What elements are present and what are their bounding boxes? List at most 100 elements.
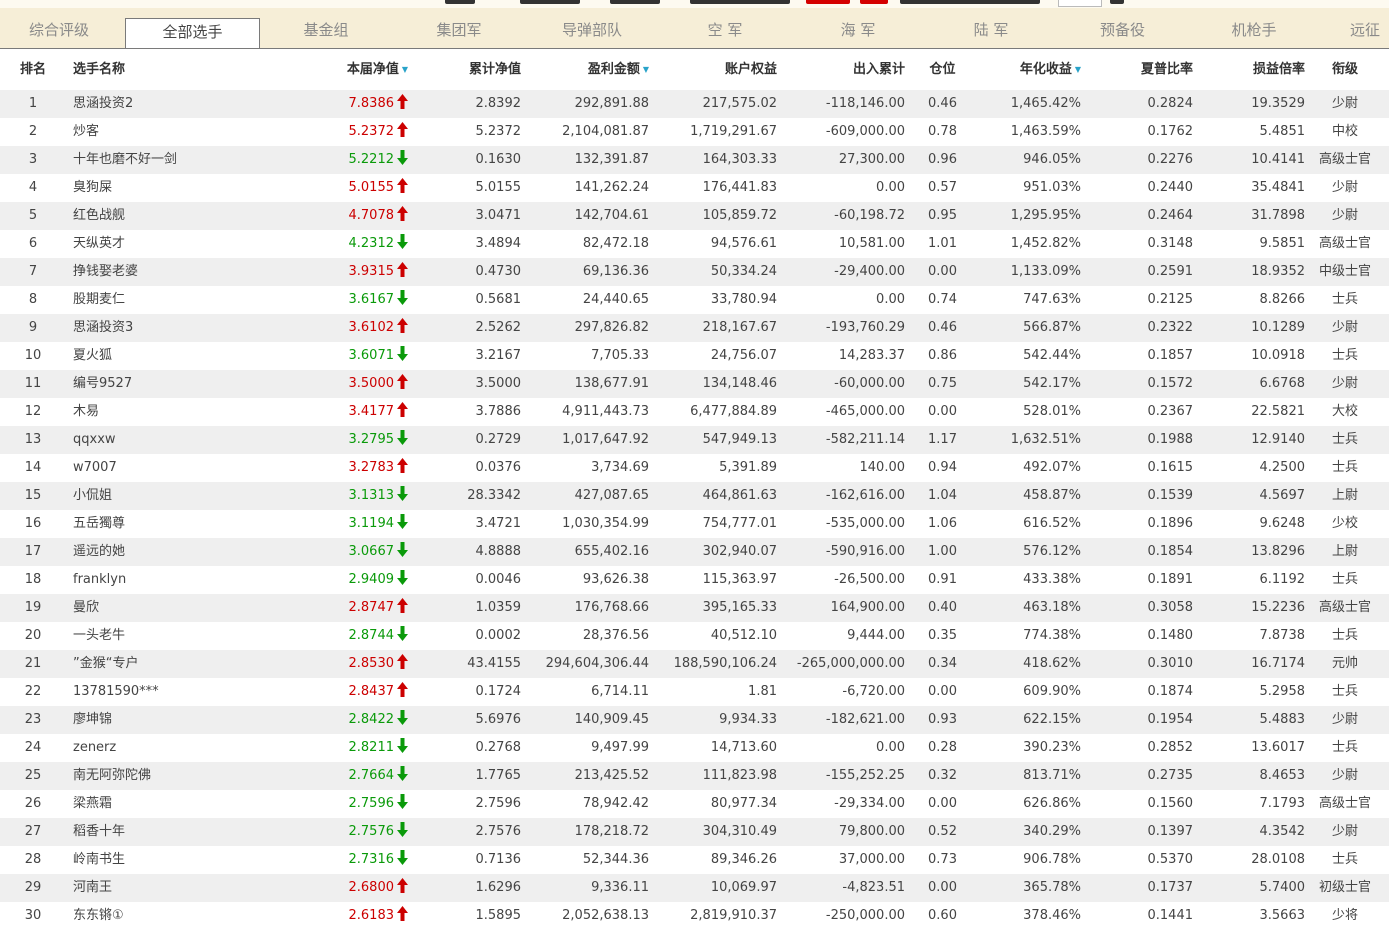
player-name-link[interactable]: w7007	[73, 454, 293, 482]
player-name-link[interactable]: 遥远的她	[73, 538, 293, 566]
player-name-link[interactable]: 东东锵①	[73, 902, 293, 930]
player-name-link[interactable]: 曼欣	[73, 594, 293, 622]
table-row[interactable]: 3 十年也磨不好一剑 5.2212 0.1630 132,391.87 164,303.3…	[0, 146, 1389, 174]
account-equity-cell: 80,977.34	[710, 796, 777, 811]
triangle-down-icon[interactable]: ▼	[1075, 65, 1081, 74]
player-name-link[interactable]: 岭南书生	[73, 846, 293, 874]
player-name-link[interactable]: 天纵英才	[73, 230, 293, 258]
player-name-link[interactable]: 挣钱娶老婆	[73, 258, 293, 286]
player-name-link[interactable]: 思涵投资3	[73, 314, 293, 342]
table-row[interactable]: 11 编号9527 3.5000 3.5000 138,677.91 134,148.46…	[0, 370, 1389, 398]
arrow-down-icon	[397, 570, 408, 585]
table-row[interactable]: 26 梁燕霜 2.7596 2.7596 78,942.42 80,977.34 -29,3…	[0, 790, 1389, 818]
table-row[interactable]: 29 河南王 2.6800 1.6296 9,336.11 10,069.97 -4,823…	[0, 874, 1389, 902]
table-row[interactable]: 21 ”金猴“专户 2.8530 43.4155 294,604,306.44 188,5…	[0, 650, 1389, 678]
tab-air-force[interactable]: 空 军	[661, 8, 789, 48]
player-name-link[interactable]: 臭狗屎	[73, 174, 293, 202]
inout-total-cell: 0.00	[876, 740, 905, 755]
military-rank-cell: 高级士官	[1318, 600, 1371, 615]
sharpe-ratio-cell: 0.2735	[1147, 768, 1194, 783]
player-name-link[interactable]: 河南王	[73, 874, 293, 902]
arrow-up-icon	[397, 374, 408, 389]
table-row[interactable]: 25 南无阿弥陀佛 2.7664 1.7765 213,425.52 111,823.98…	[0, 762, 1389, 790]
player-name-link[interactable]: franklyn	[73, 566, 293, 594]
table-row[interactable]: 8 股期麦仁 3.6167 0.5681 24,440.65 33,780.94 0.00 0…	[0, 286, 1389, 314]
table-row[interactable]: 17 遥远的她 3.0667 4.8888 655,402.16 302,940.07 -5…	[0, 538, 1389, 566]
table-row[interactable]: 15 小侃姐 3.1313 28.3342 427,087.65 464,861.63 -1…	[0, 482, 1389, 510]
tab-overall-rating[interactable]: 综合评级	[0, 8, 118, 48]
player-name-link[interactable]: 南无阿弥陀佛	[73, 762, 293, 790]
pl-ratio-cell: 6.6768	[1259, 376, 1306, 391]
annual-return-cell: 951.03%	[1023, 180, 1081, 195]
tab-machine-gunner[interactable]: 机枪手	[1190, 8, 1318, 48]
toolbar-fragment-highlight	[860, 0, 888, 4]
tab-missile-force[interactable]: 导弹部队	[528, 8, 656, 48]
rank-cell: 2	[28, 124, 38, 139]
header-profit[interactable]: 盈利金额 ▼	[530, 49, 649, 90]
tab-reserve[interactable]: 预备役	[1060, 8, 1185, 48]
table-row[interactable]: 9 思涵投资3 3.6102 2.5262 297,826.82 218,167.67 -1…	[0, 314, 1389, 342]
player-name-link[interactable]: 十年也磨不好一剑	[73, 146, 293, 174]
cumulative-nav-cell: 3.4894	[475, 236, 522, 251]
player-name-link[interactable]: qqxxw	[73, 426, 293, 454]
table-row[interactable]: 1 思涵投资2 7.8386 2.8392 292,891.88 217,575.02 -1…	[0, 90, 1389, 118]
tab-navy[interactable]: 海 军	[794, 8, 922, 48]
player-name-link[interactable]: 13781590***	[73, 678, 293, 706]
player-name-link[interactable]: 一头老牛	[73, 622, 293, 650]
current-nav-value: 2.7596	[348, 796, 395, 811]
table-row[interactable]: 27 稻香十年 2.7576 2.7576 178,218.72 304,310.49 79…	[0, 818, 1389, 846]
military-rank-cell: 少尉	[1331, 180, 1358, 195]
player-name-link[interactable]: 股期麦仁	[73, 286, 293, 314]
table-row[interactable]: 28 岭南书生 2.7316 0.7136 52,344.36 89,346.26 37,0…	[0, 846, 1389, 874]
triangle-down-icon[interactable]: ▼	[402, 65, 408, 74]
player-name-link[interactable]: 思涵投资2	[73, 90, 293, 118]
toolbar-input-fragment[interactable]	[1058, 0, 1102, 7]
player-name-link[interactable]: 小侃姐	[73, 482, 293, 510]
player-name-link[interactable]: ”金猴“专户	[73, 650, 293, 678]
triangle-down-icon[interactable]: ▼	[643, 65, 649, 74]
tab-group-army[interactable]: 集团军	[395, 8, 523, 48]
table-row[interactable]: 6 天纵英才 4.2312 3.4894 82,472.18 94,576.61 10,58…	[0, 230, 1389, 258]
table-row[interactable]: 30 东东锵① 2.6183 1.5895 2,052,638.13 2,819,910.…	[0, 902, 1389, 930]
table-row[interactable]: 23 廖坤锦 2.8422 5.6976 140,909.45 9,934.33 -182,…	[0, 706, 1389, 734]
player-name-link[interactable]: 红色战舰	[73, 202, 293, 230]
table-row[interactable]: 16 五岳獨尊 3.1194 3.4721 1,030,354.99 754,777.01…	[0, 510, 1389, 538]
current-nav-value: 4.2312	[348, 236, 395, 251]
table-row[interactable]: 14 w7007 3.2783 0.0376 3,734.69 5,391.89 140.0…	[0, 454, 1389, 482]
table-row[interactable]: 7 挣钱娶老婆 3.9315 0.4730 69,136.36 50,334.24 -29,…	[0, 258, 1389, 286]
table-row[interactable]: 5 红色战舰 4.7078 3.0471 142,704.61 105,859.72 -60…	[0, 202, 1389, 230]
current-nav-cell: 2.8422	[300, 706, 408, 734]
player-name-link[interactable]: 编号9527	[73, 370, 293, 398]
player-name-link[interactable]: zenerz	[73, 734, 293, 762]
table-row[interactable]: 20 一头老牛 2.8744 0.0002 28,376.56 40,512.10 9,44…	[0, 622, 1389, 650]
inout-total-cell: 37,000.00	[838, 852, 905, 867]
table-row[interactable]: 22 13781590*** 2.8437 0.1724 6,714.11 1.81 -6,…	[0, 678, 1389, 706]
inout-total-cell: 140.00	[859, 460, 906, 475]
table-row[interactable]: 10 夏火狐 3.6071 3.2167 7,705.33 24,756.07 14,283…	[0, 342, 1389, 370]
player-name-link[interactable]: 炒客	[73, 118, 293, 146]
header-annual-return[interactable]: 年化收益 ▼	[990, 49, 1081, 90]
table-row[interactable]: 19 曼欣 2.8747 1.0359 176,768.66 395,165.33 164,…	[0, 594, 1389, 622]
header-current-nav[interactable]: 本届净值 ▼	[300, 49, 408, 90]
player-name-link[interactable]: 稻香十年	[73, 818, 293, 846]
player-name-link[interactable]: 廖坤锦	[73, 706, 293, 734]
current-nav-value: 3.4177	[348, 404, 395, 419]
tab-expedition[interactable]: 远征	[1350, 8, 1389, 48]
table-row[interactable]: 4 臭狗屎 5.0155 5.0155 141,262.24 176,441.83 0.00…	[0, 174, 1389, 202]
table-row[interactable]: 2 炒客 5.2372 5.2372 2,104,081.87 1,719,291.67 -…	[0, 118, 1389, 146]
account-equity-cell: 134,148.46	[702, 376, 777, 391]
table-row[interactable]: 24 zenerz 2.8211 0.2768 9,497.99 14,713.60 0.0…	[0, 734, 1389, 762]
table-row[interactable]: 18 franklyn 2.9409 0.0046 93,626.38 115,363.9…	[0, 566, 1389, 594]
tab-fund-group[interactable]: 基金组	[262, 8, 390, 48]
player-name-link[interactable]: 梁燕霜	[73, 790, 293, 818]
table-row[interactable]: 13 qqxxw 3.2795 0.2729 1,017,647.92 547,949.1…	[0, 426, 1389, 454]
table-row[interactable]: 12 木易 3.4177 3.7886 4,911,443.73 6,477,884.89…	[0, 398, 1389, 426]
player-name-link[interactable]: 夏火狐	[73, 342, 293, 370]
cumulative-nav-cell: 0.0002	[475, 628, 522, 643]
pl-ratio-cell: 5.4851	[1259, 124, 1306, 139]
player-name-link[interactable]: 五岳獨尊	[73, 510, 293, 538]
inout-total-cell: -29,334.00	[834, 796, 905, 811]
player-name-link[interactable]: 木易	[73, 398, 293, 426]
tab-all-players[interactable]: 全部选手	[125, 18, 260, 48]
tab-army[interactable]: 陆 军	[927, 8, 1055, 48]
